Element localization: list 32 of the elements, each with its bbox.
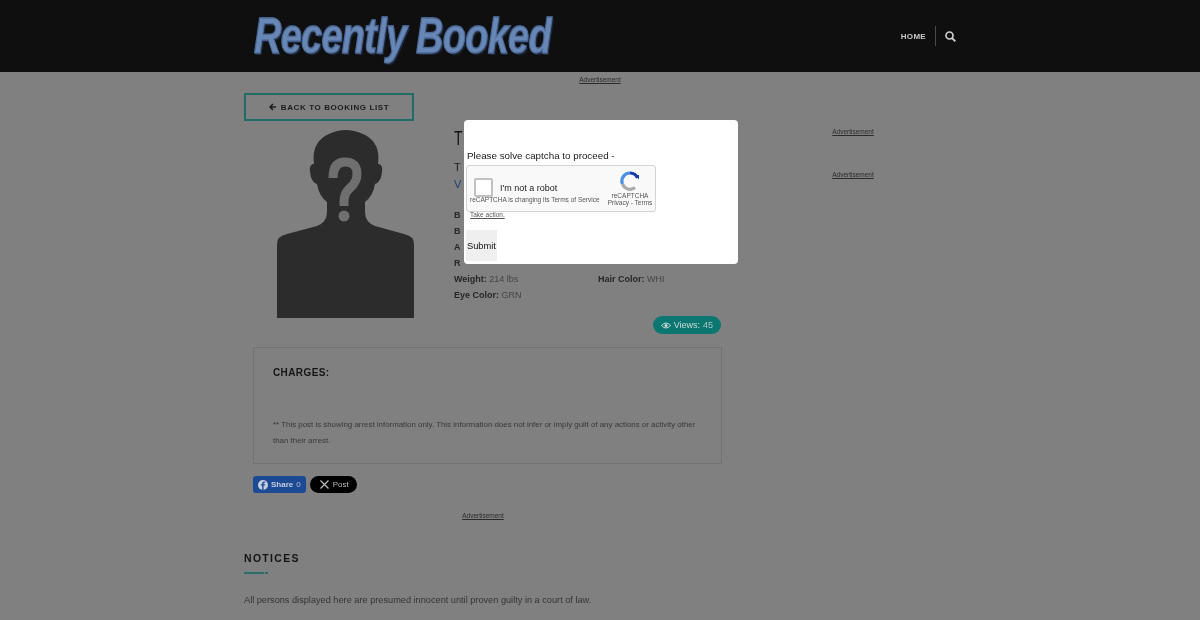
detail-label: Eye Color:	[454, 290, 499, 300]
eye-icon	[660, 321, 671, 329]
facebook-icon	[258, 479, 268, 490]
facebook-share-button[interactable]: Share 0	[253, 476, 306, 493]
x-logo-icon	[319, 480, 329, 489]
detail-label: Weight:	[454, 274, 487, 284]
notices-heading: NOTICES	[244, 552, 301, 564]
profile-link[interactable]: V	[454, 177, 462, 191]
captcha-checkbox-label: I'm not a robot	[500, 182, 558, 193]
x-post-button[interactable]: Post	[309, 476, 357, 493]
detail-label: B	[454, 226, 461, 236]
submit-button[interactable]: Submit	[466, 230, 497, 261]
detail-value: GRN	[501, 290, 522, 300]
arrow-left-icon	[268, 103, 277, 111]
views-count: 45	[703, 320, 713, 330]
person-name: T	[454, 128, 463, 148]
captcha-checkbox[interactable]	[474, 178, 493, 197]
views-label: Views:	[673, 320, 700, 330]
detail-label: B	[454, 210, 461, 220]
back-to-list-button[interactable]: BACK TO BOOKING LIST	[244, 93, 414, 121]
detail-label: Hair Color:	[598, 274, 645, 284]
nav-link[interactable]: HOME	[900, 31, 926, 41]
search-icon	[945, 30, 956, 42]
charges-heading: CHARGES:	[273, 367, 331, 379]
site-logo[interactable]: Recently Booked	[254, 11, 551, 61]
captcha-prompt: Please solve captcha to proceed -	[467, 150, 616, 162]
search-button[interactable]	[945, 30, 956, 42]
detail-label: R	[454, 258, 461, 268]
detail-label: A	[454, 242, 461, 252]
person-subtitle: T	[454, 160, 462, 174]
detail-value: WHI	[647, 274, 665, 284]
recaptcha-logo-icon	[620, 171, 640, 191]
